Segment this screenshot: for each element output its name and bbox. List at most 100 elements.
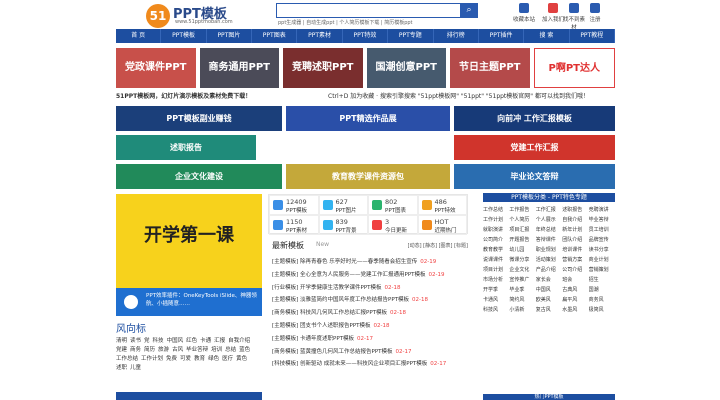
tag-link[interactable]: 古风 [172, 347, 183, 353]
tag-link[interactable]: 免费 [166, 356, 177, 362]
category-link[interactable]: 水墨风 [562, 305, 588, 315]
search-input[interactable] [276, 3, 462, 18]
stat-card[interactable]: 1150 PPT素材 [269, 215, 319, 235]
tile-culture[interactable]: 企业文化建设 [116, 164, 282, 189]
category-link[interactable]: 新年计划 [562, 225, 588, 235]
stat-card[interactable]: 486 PPT特效 [417, 195, 467, 215]
category-link[interactable]: 团队介绍 [562, 235, 588, 245]
stat-card[interactable]: 627 PPT图片 [318, 195, 368, 215]
category-link[interactable]: 职业规划 [536, 245, 562, 255]
category-link[interactable]: 扁平风 [562, 295, 588, 305]
category-link[interactable]: 品牌宣传 [589, 235, 615, 245]
category-link[interactable]: 企业文化 [509, 265, 535, 275]
tag-link[interactable]: 蓝色 [239, 347, 250, 353]
category-link[interactable]: 古典风 [562, 285, 588, 295]
category-link[interactable]: 员工培训 [589, 225, 615, 235]
category-link[interactable]: 公司介绍 [562, 265, 588, 275]
tag-link[interactable]: 汇报 [214, 338, 225, 344]
category-link[interactable]: 欧美风 [536, 295, 562, 305]
latest-item[interactable]: [行业模板] 开学季健康生活教学课件PPT模板 02-18 [272, 282, 468, 295]
latest-item[interactable]: [商务模板] 科技风几何风工作总结汇报PPT模板 02-18 [272, 307, 468, 320]
latest-item[interactable]: [主题模板] 全心全意为人民服务——党建工作汇报通用PPT模板 02-19 [272, 269, 468, 282]
tag-link[interactable]: 总结 [225, 347, 236, 353]
stat-card[interactable]: HOT 近期热门 [417, 215, 467, 235]
category-link[interactable]: 家长会 [536, 275, 562, 285]
tag-link[interactable]: 毕业答辩 [186, 347, 208, 353]
tag-link[interactable]: 述职 [116, 365, 127, 371]
category-link[interactable]: 就职演讲 [483, 225, 509, 235]
stat-card[interactable]: 12409 PPT模板 [269, 195, 319, 215]
tag-link[interactable]: 黄色 [236, 356, 247, 362]
tile-annual-report[interactable]: 述职报告 [116, 135, 256, 160]
category-link[interactable]: 开题报告 [509, 235, 535, 245]
nav-images[interactable]: PPT图片 [207, 29, 253, 43]
banner-job-report[interactable]: 竞聘述职PPT [283, 48, 363, 88]
category-link[interactable]: 读书分享 [589, 245, 615, 255]
nav-charts[interactable]: PPT图表 [252, 29, 298, 43]
search-button[interactable]: ⌕ [460, 3, 478, 18]
banner-ppt-master[interactable]: P啊PT达人 [533, 48, 615, 88]
latest-item[interactable]: [商务模板] 蓝黄撞色几何风工作总结报告PPT模板 02-17 [272, 346, 468, 359]
tag-link[interactable]: 中国风 [167, 338, 184, 344]
category-link[interactable]: 教育教学 [483, 245, 509, 255]
tag-link[interactable]: 自我介绍 [228, 338, 250, 344]
category-link[interactable]: 工作总结 [483, 205, 509, 215]
category-link[interactable]: 工作计划 [483, 215, 509, 225]
tile-party-report[interactable]: 党建工作汇报 [454, 135, 615, 160]
category-link[interactable]: 招生 [589, 275, 615, 285]
category-link[interactable]: 说课课件 [483, 255, 509, 265]
tag-link[interactable]: 党 [144, 338, 150, 344]
category-link[interactable]: 活动策划 [536, 255, 562, 265]
tag-link[interactable]: 简历 [144, 347, 155, 353]
category-link[interactable]: 营销策划 [589, 265, 615, 275]
tag-link[interactable]: 儿童 [130, 365, 141, 371]
tag-link[interactable]: 可爱 [180, 356, 191, 362]
category-link[interactable]: 述职报告 [562, 205, 588, 215]
category-link[interactable]: 班会 [562, 275, 588, 285]
category-link[interactable]: 公司简介 [483, 235, 509, 245]
category-link[interactable]: 宣传推广 [509, 275, 535, 285]
category-link[interactable]: 开学季 [483, 285, 509, 295]
hero-banner[interactable]: 开学第一课 [116, 194, 262, 288]
plugin-banner[interactable]: PPT效率插件：OneKeyTools iSlide、神器领航、小插随意…… [116, 288, 262, 316]
nav-tutorials[interactable]: PPT教程 [570, 29, 615, 43]
latest-item[interactable]: [主题模板] 团支书个人述职报告PPT模板 02-18 [272, 320, 468, 333]
tile-side-hustle[interactable]: PPT模板副业赚钱 [116, 106, 282, 131]
tag-link[interactable]: 培训 [211, 347, 222, 353]
banner-business[interactable]: 商务通用PPT [199, 48, 279, 88]
category-link[interactable]: 商业计划 [589, 255, 615, 265]
nav-plugins[interactable]: PPT插件 [479, 29, 525, 43]
banner-festival[interactable]: 节日主题PPT [450, 48, 530, 88]
tile-thesis[interactable]: 毕业论文答辩 [454, 164, 615, 189]
tile-work-report[interactable]: 向前冲 工作汇报模板 [454, 106, 615, 131]
tag-link[interactable]: 旅游 [158, 347, 169, 353]
nav-search[interactable]: 搜 索 [524, 29, 570, 43]
nav-materials[interactable]: PPT素材 [297, 29, 343, 43]
category-link[interactable]: 幼儿园 [509, 245, 535, 255]
nav-templates[interactable]: PPT模板 [161, 29, 207, 43]
category-link[interactable]: 培训课件 [562, 245, 588, 255]
latest-item[interactable]: [主题模板] 除再青春色 乐亭好时光——春季随看会招生宣传 02-19 [272, 256, 468, 269]
category-link[interactable]: 中国风 [536, 285, 562, 295]
category-link[interactable]: 年终总结 [536, 225, 562, 235]
banner-party[interactable]: 党政课件PPT [116, 48, 196, 88]
tile-education[interactable]: 教育教学课件资源包 [286, 164, 450, 189]
tag-link[interactable]: 清明 [116, 338, 127, 344]
category-link[interactable]: 个人简历 [509, 215, 535, 225]
nav-rankings[interactable]: 排行榜 [434, 29, 479, 43]
nav-home[interactable]: 首 页 [116, 29, 162, 43]
tag-link[interactable]: 商务 [130, 347, 141, 353]
category-link[interactable]: 微课分享 [509, 255, 535, 265]
tag-link[interactable]: 科技 [153, 338, 164, 344]
category-link[interactable]: 自我介绍 [562, 215, 588, 225]
tag-link[interactable]: 医疗 [222, 356, 233, 362]
bookmark-tool[interactable]: 收藏本站 [512, 3, 536, 23]
category-link[interactable]: 卡通风 [483, 295, 509, 305]
nav-effects[interactable]: PPT特效 [343, 29, 389, 43]
category-link[interactable]: 国潮 [589, 285, 615, 295]
stat-card[interactable]: 802 PPT图表 [368, 195, 418, 215]
category-link[interactable]: 竞聘演讲 [589, 205, 615, 215]
category-link[interactable]: 项目汇报 [509, 225, 535, 235]
latest-item[interactable]: [主题模板] 淡雅蓝简约中国风年度工作总结报告PPT模板 02-18 [272, 294, 468, 307]
site-logo-mark[interactable]: 51 [146, 4, 170, 28]
